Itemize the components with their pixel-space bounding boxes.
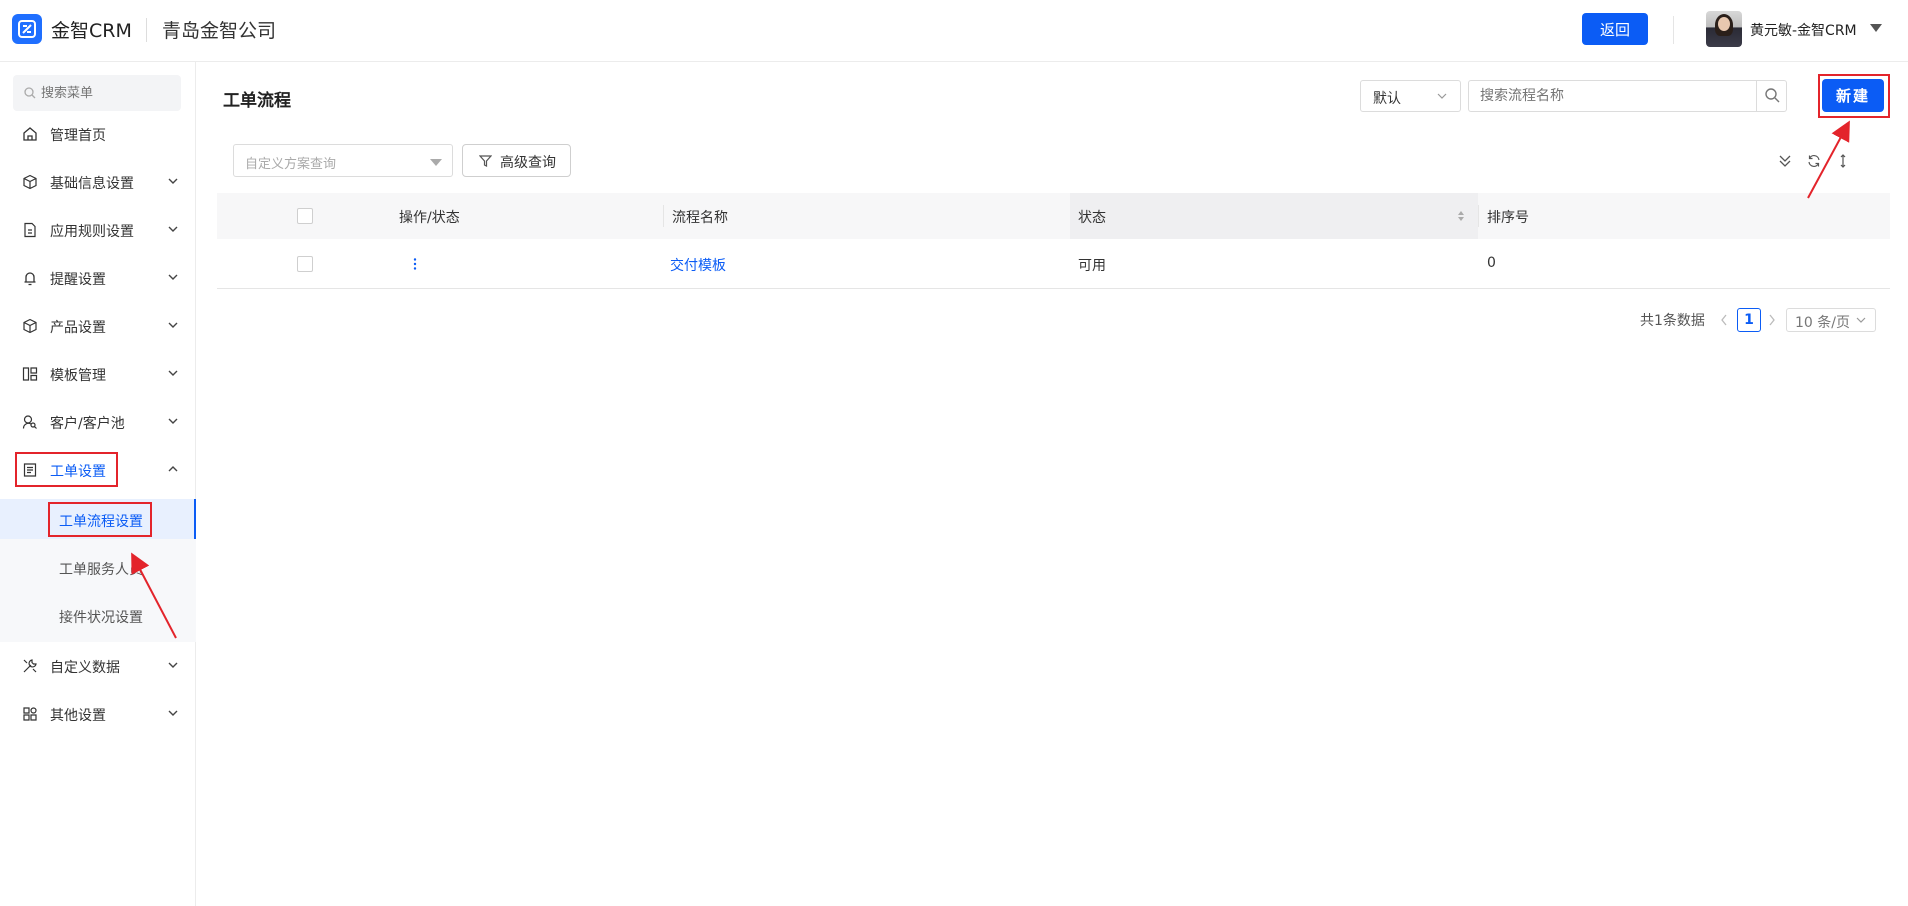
top-header: 金智CRM 青岛金智公司 返回 黄元敏-金智CRM <box>0 0 1908 62</box>
sidebar-item-templates[interactable]: 模板管理 <box>0 350 195 398</box>
submenu-item-label: 接件状况设置 <box>59 610 143 626</box>
search-icon <box>1765 88 1780 103</box>
column-height-icon[interactable] <box>1838 154 1848 168</box>
column-header-label: 操作/状态 <box>399 210 460 226</box>
new-button[interactable]: 新建 <box>1822 79 1884 112</box>
column-header-actions: 操作/状态 <box>399 193 663 239</box>
status-value: 可用 <box>1078 258 1106 274</box>
sidebar-item-label: 客户/客户池 <box>50 416 125 432</box>
submenu-item-ticket-staff[interactable]: 工单服务人员 <box>0 547 196 587</box>
column-header-label: 状态 <box>1078 210 1106 226</box>
sidebar-item-custom-data[interactable]: 自定义数据 <box>0 642 195 690</box>
flow-name-link[interactable]: 交付模板 <box>670 255 726 275</box>
caret-down-icon <box>430 159 442 166</box>
sort-icon[interactable] <box>1457 209 1465 223</box>
user-divider <box>1673 16 1674 44</box>
chevron-down-icon <box>168 370 178 376</box>
chevron-down-icon <box>168 710 178 716</box>
default-view-value: 默认 <box>1373 91 1401 107</box>
annotation-box-ticket-settings <box>15 452 118 487</box>
pagination-total: 共1条数据 <box>1640 313 1705 329</box>
custom-scheme-placeholder: 自定义方案查询 <box>245 157 337 172</box>
user-search-icon <box>22 415 37 429</box>
sidebar-item-label: 模板管理 <box>50 368 106 384</box>
sidebar-item-home[interactable]: 管理首页 <box>0 110 195 158</box>
sidebar-item-label: 自定义数据 <box>50 660 120 676</box>
custom-scheme-select[interactable]: 自定义方案查询 <box>233 144 453 177</box>
default-view-select[interactable]: 默认 <box>1360 80 1461 112</box>
box-icon <box>23 318 37 334</box>
submenu-item-label: 工单服务人员 <box>59 562 143 578</box>
chevron-down-icon <box>1856 317 1866 323</box>
table-row: 交付模板 可用 0 <box>217 239 1890 289</box>
sidebar-item-label: 提醒设置 <box>50 272 106 288</box>
filter-icon <box>479 155 492 167</box>
chevron-down-icon <box>168 274 178 280</box>
back-button[interactable]: 返回 <box>1582 13 1648 45</box>
column-header-label: 流程名称 <box>672 210 728 226</box>
chevron-up-icon <box>168 466 178 472</box>
select-all-checkbox[interactable] <box>297 208 313 224</box>
header-divider <box>146 18 147 42</box>
sidebar-item-products[interactable]: 产品设置 <box>0 302 195 350</box>
refresh-icon[interactable] <box>1807 154 1821 168</box>
prev-page-icon[interactable] <box>1720 314 1728 326</box>
chevron-down-icon <box>168 322 178 328</box>
flow-search-input[interactable] <box>1469 81 1755 111</box>
order-value: 0 <box>1487 255 1496 271</box>
company-name: 青岛金智公司 <box>162 20 277 42</box>
column-header-order: 排序号 <box>1479 193 1879 239</box>
logo-icon <box>12 14 42 44</box>
column-header-status[interactable]: 状态 <box>1070 193 1478 239</box>
column-header-label: 排序号 <box>1487 210 1529 226</box>
sidebar-item-customers[interactable]: 客户/客户池 <box>0 398 195 446</box>
column-header-flow-name: 流程名称 <box>670 193 1070 239</box>
search-button[interactable] <box>1756 81 1787 111</box>
collapse-icon[interactable] <box>1778 154 1792 168</box>
chevron-down-icon <box>168 226 178 232</box>
search-icon <box>24 87 36 99</box>
page-title: 工单流程 <box>223 91 291 111</box>
advanced-query-button[interactable]: 高级查询 <box>462 144 571 177</box>
sidebar-item-label: 其他设置 <box>50 708 106 724</box>
sidebar-item-basic-info[interactable]: 基础信息设置 <box>0 158 195 206</box>
bell-icon <box>24 272 36 286</box>
annotation-box-ticket-flow <box>48 502 152 537</box>
table-header: 操作/状态 流程名称 状态 排序号 <box>217 193 1890 239</box>
sidebar-item-label: 基础信息设置 <box>50 176 134 192</box>
home-icon <box>23 127 37 141</box>
cube-icon <box>23 174 37 190</box>
chevron-down-icon <box>168 178 178 184</box>
page-number-current[interactable]: 1 <box>1737 308 1761 332</box>
submenu-item-receive-status[interactable]: 接件状况设置 <box>0 595 196 635</box>
menu-search-input[interactable] <box>13 75 181 111</box>
page-size-select[interactable]: 10 条/页 <box>1786 308 1876 332</box>
more-actions-icon[interactable] <box>413 257 417 271</box>
chevron-down-icon <box>168 418 178 424</box>
column-divider <box>663 205 664 227</box>
row-checkbox[interactable] <box>297 256 313 272</box>
sidebar-item-label: 产品设置 <box>50 320 106 336</box>
chevron-down-icon <box>168 662 178 668</box>
chevron-down-icon <box>1437 93 1447 99</box>
logo-text: 金智CRM <box>51 20 132 42</box>
template-icon <box>22 367 38 381</box>
avatar[interactable] <box>1706 11 1742 47</box>
apps-icon <box>23 707 37 721</box>
advanced-query-label: 高级查询 <box>500 155 556 171</box>
sidebar-item-other-settings[interactable]: 其他设置 <box>0 690 195 738</box>
sidebar-item-app-rules[interactable]: 应用规则设置 <box>0 206 195 254</box>
user-name[interactable]: 黄元敏-金智CRM <box>1750 20 1857 40</box>
sidebar-item-label: 应用规则设置 <box>50 224 134 240</box>
next-page-icon[interactable] <box>1768 314 1776 326</box>
sidebar-item-reminders[interactable]: 提醒设置 <box>0 254 195 302</box>
annotation-arrows <box>131 120 1850 639</box>
user-menu-caret-icon[interactable] <box>1870 24 1882 32</box>
sidebar-item-label: 管理首页 <box>50 128 106 144</box>
flow-search <box>1468 80 1787 112</box>
tools-icon <box>23 659 37 673</box>
page-size-value: 10 条/页 <box>1795 315 1850 331</box>
document-icon <box>24 222 36 238</box>
